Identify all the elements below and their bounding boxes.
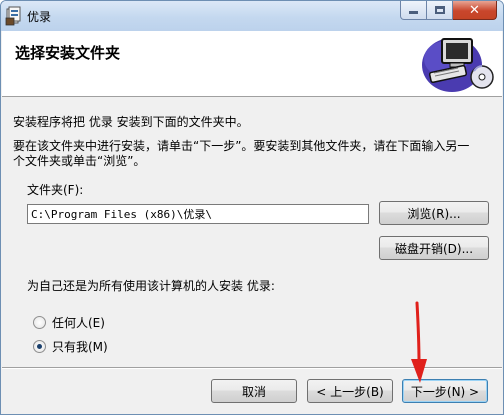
close-button[interactable]: ✕ [453,1,497,20]
radio-button-everyone[interactable] [33,316,46,329]
next-button[interactable]: 下一步(N) > [402,379,488,403]
intro-text: 安装程序将把 优录 安装到下面的文件夹中。 [13,115,249,129]
folder-path-input[interactable] [27,204,369,224]
radio-label-everyone: 任何人(E) [52,316,105,330]
window-title: 优录 [27,10,52,24]
radio-label-just-me: 只有我(M) [52,340,108,354]
instructions-line-2: 个文件夹或单击“浏览”。 [13,154,146,168]
radio-just-me[interactable]: 只有我(M) [33,338,108,355]
disk-cost-button[interactable]: 磁盘开销(D)... [379,236,489,260]
radio-button-just-me[interactable] [33,340,46,353]
computer-cd-icon [416,31,500,95]
close-icon: ✕ [469,2,480,18]
annotation-arrow-icon [411,301,427,383]
installer-window: 优录 ✕ 选择安装文件夹 安装程序将把 优录 安装到下面的文件夹中。 要在该文件… [0,0,504,415]
header-banner: 选择安装文件夹 [2,31,502,97]
install-for-question: 为自己还是为所有使用该计算机的人安装 优录: [27,279,275,293]
minimize-button[interactable] [400,1,427,20]
app-icon [5,6,23,26]
caption-buttons: ✕ [400,1,497,21]
folder-label: 文件夹(F): [27,183,84,197]
radio-selected-dot [37,344,42,349]
instructions-line-1: 要在该文件夹中进行安装，请单击“下一步”。要安装到其他文件夹，请在下面输入另一 [13,139,470,153]
cancel-button[interactable]: 取消 [211,379,297,403]
minimize-icon [409,11,418,14]
page-title: 选择安装文件夹 [15,44,121,62]
maximize-icon [434,6,445,14]
footer-divider [2,367,502,369]
back-button[interactable]: < 上一步(B) [307,379,393,403]
browse-button[interactable]: 浏览(R)... [379,201,489,225]
maximize-button[interactable] [427,1,453,20]
title-bar[interactable]: 优录 ✕ [1,1,503,31]
radio-everyone[interactable]: 任何人(E) [33,314,105,331]
